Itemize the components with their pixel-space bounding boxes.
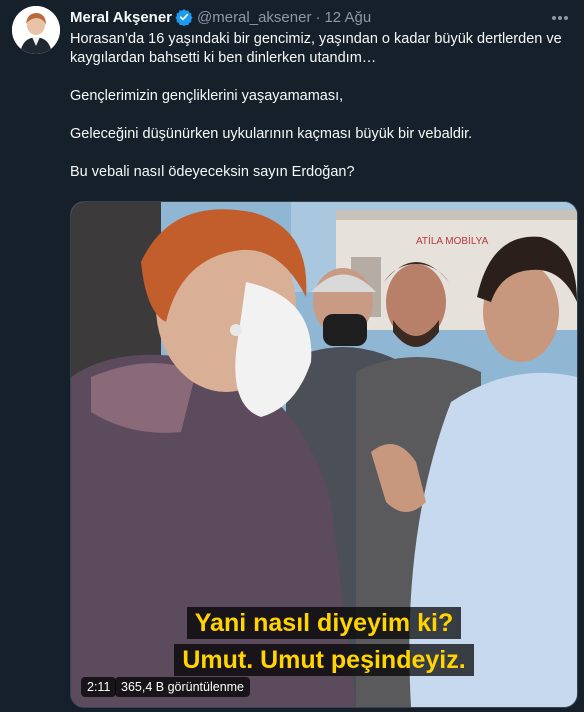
author-handle[interactable]: @meral_aksener [197,9,311,26]
tweet-header: Meral Akşener @meral_aksener · 12 Ağu [70,6,544,28]
video-views-badge: 365,4 B görüntülenme [115,677,251,697]
verified-badge-icon [175,9,193,26]
subtitle-line: Yani nasıl diyeyim ki? [71,605,577,641]
video-duration-badge: 2:11 [81,677,117,697]
tweet-paragraph: Geleceğini düşünürken uykularının kaçmas… [70,126,473,142]
tweet-paragraph: Gençlerimizin gençliklerini yaşayamaması… [70,88,344,104]
subtitle-line: Umut. Umut peşindeyiz. [71,642,577,678]
author-name[interactable]: Meral Akşener [70,9,172,26]
separator-dot: · [315,8,321,26]
author-avatar-image [12,6,60,54]
tweet-paragraph: Bu vebali nasıl ödeyeceksin sayın Erdoğa… [70,164,355,180]
tweet-text: Horasan’da 16 yaşındaki bir gencimiz, ya… [70,30,570,182]
author-avatar[interactable] [12,6,60,54]
video-player[interactable]: ATİLA MOBİLYA Yani nasıl diyeyim ki? Umu… [70,201,578,708]
tweet-date[interactable]: 12 Ağu [324,9,371,26]
more-options-button[interactable] [550,8,570,28]
subtitle-text: Umut. Umut peşindeyiz. [174,644,474,676]
more-options-icon [552,16,568,20]
tweet-paragraph: Horasan’da 16 yaşındaki bir gencimiz, ya… [70,31,562,66]
store-sign: ATİLA MOBİLYA [416,234,489,247]
subtitle-text: Yani nasıl diyeyim ki? [186,607,462,639]
